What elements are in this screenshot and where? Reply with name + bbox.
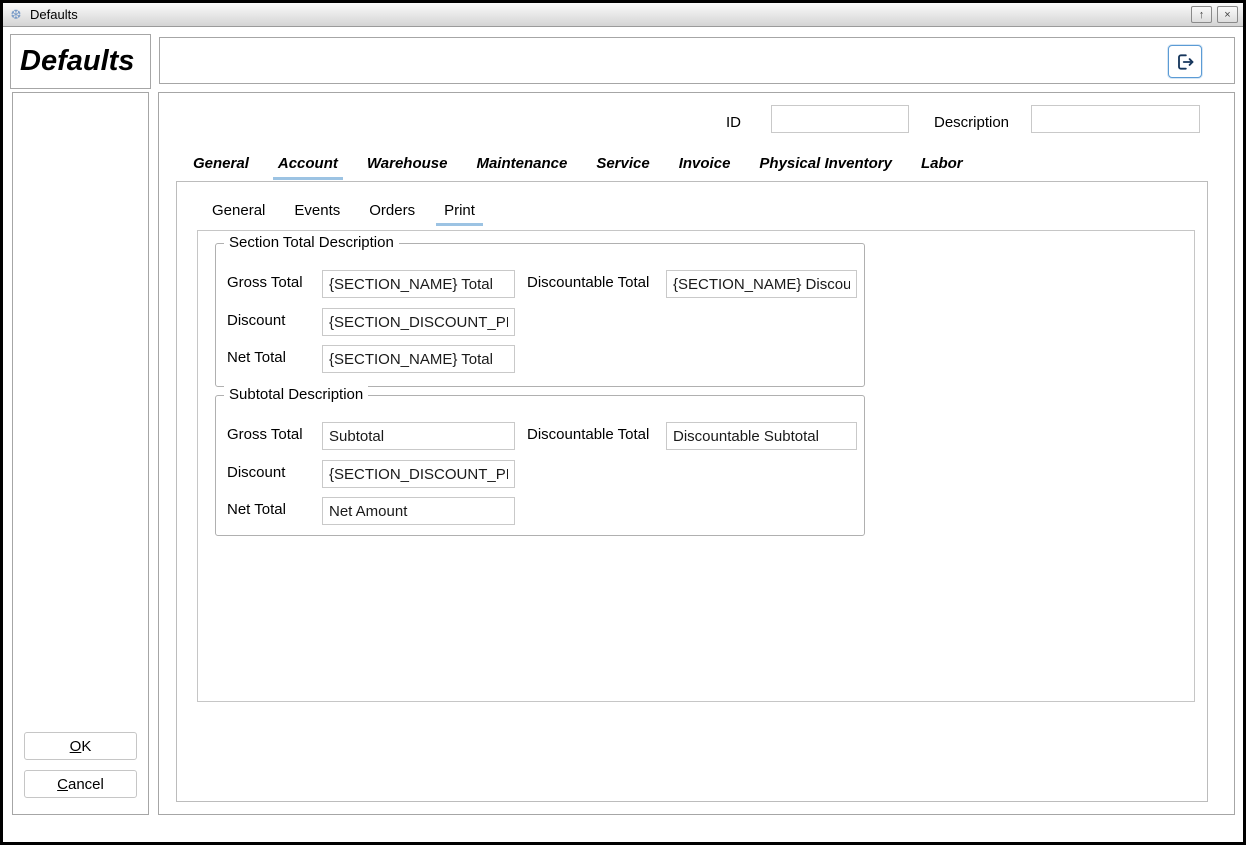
subtotal-net-total-input[interactable]: [322, 497, 515, 525]
titlebar: ❆ Defaults ↑ ×: [3, 3, 1243, 27]
account-tab-panel: General Events Orders Print Section Tota…: [176, 181, 1208, 802]
subtotal-net-total-label: Net Total: [227, 501, 286, 518]
description-input[interactable]: [1031, 105, 1200, 133]
gross-total-label: Gross Total: [227, 274, 303, 291]
net-total-label: Net Total: [227, 349, 286, 366]
exit-button[interactable]: [1168, 45, 1202, 78]
ok-button[interactable]: OK: [24, 732, 137, 760]
window-title: Defaults: [30, 7, 78, 22]
subtotal-discountable-total-input[interactable]: [666, 422, 857, 450]
defaults-window: ❆ Defaults ↑ × Defaults OK Cancel: [0, 0, 1246, 845]
subtotal-gross-total-label: Gross Total: [227, 426, 303, 443]
subtotal-gross-total-input[interactable]: [322, 422, 515, 450]
net-total-input[interactable]: [322, 345, 515, 373]
tab-invoice[interactable]: Invoice: [674, 155, 736, 180]
gross-total-input[interactable]: [322, 270, 515, 298]
id-input[interactable]: [771, 105, 909, 133]
main-tab-strip: General Account Warehouse Maintenance Se…: [188, 155, 968, 180]
tab-maintenance[interactable]: Maintenance: [471, 155, 572, 180]
subtotal-discountable-total-label: Discountable Total: [527, 426, 649, 443]
subtab-orders[interactable]: Orders: [361, 202, 423, 226]
print-tab-content: Section Total Description Gross Total Di…: [197, 230, 1195, 702]
titlebar-buttons: ↑ ×: [1191, 6, 1238, 23]
subtotal-description-legend: Subtotal Description: [224, 386, 368, 403]
cancel-button[interactable]: Cancel: [24, 770, 137, 798]
ok-button-mnemonic: O: [70, 738, 82, 755]
section-total-description-legend: Section Total Description: [224, 234, 399, 251]
tab-general[interactable]: General: [188, 155, 254, 180]
main-panel: ID Description General Account Warehouse…: [158, 92, 1235, 815]
discountable-total-input[interactable]: [666, 270, 857, 298]
page-title: Defaults: [10, 34, 151, 89]
discount-input[interactable]: [322, 308, 515, 336]
cancel-button-mnemonic: C: [57, 776, 68, 793]
tab-labor[interactable]: Labor: [916, 155, 968, 180]
tab-warehouse[interactable]: Warehouse: [362, 155, 453, 180]
subtab-print[interactable]: Print: [436, 202, 483, 226]
sub-tab-strip: General Events Orders Print: [204, 202, 483, 226]
cancel-button-label: ancel: [68, 776, 104, 793]
tab-service[interactable]: Service: [591, 155, 654, 180]
description-label: Description: [934, 114, 1009, 131]
section-total-description-group: Section Total Description Gross Total Di…: [215, 243, 865, 387]
subtotal-description-group: Subtotal Description Gross Total Discoun…: [215, 395, 865, 536]
id-label: ID: [726, 114, 741, 131]
subtotal-discount-input[interactable]: [322, 460, 515, 488]
tab-physical-inventory[interactable]: Physical Inventory: [754, 155, 897, 180]
maximize-button[interactable]: ↑: [1191, 6, 1212, 23]
subtab-general[interactable]: General: [204, 202, 273, 226]
discountable-total-label: Discountable Total: [527, 274, 649, 291]
subtab-events[interactable]: Events: [286, 202, 348, 226]
close-button[interactable]: ×: [1217, 6, 1238, 23]
subtotal-discount-label: Discount: [227, 464, 285, 481]
exit-icon: [1175, 52, 1195, 72]
discount-label: Discount: [227, 312, 285, 329]
left-panel: OK Cancel: [12, 92, 149, 815]
ok-button-label: K: [81, 738, 91, 755]
app-icon: ❆: [8, 7, 24, 23]
tab-account[interactable]: Account: [273, 155, 343, 180]
toolbar: [159, 37, 1235, 84]
